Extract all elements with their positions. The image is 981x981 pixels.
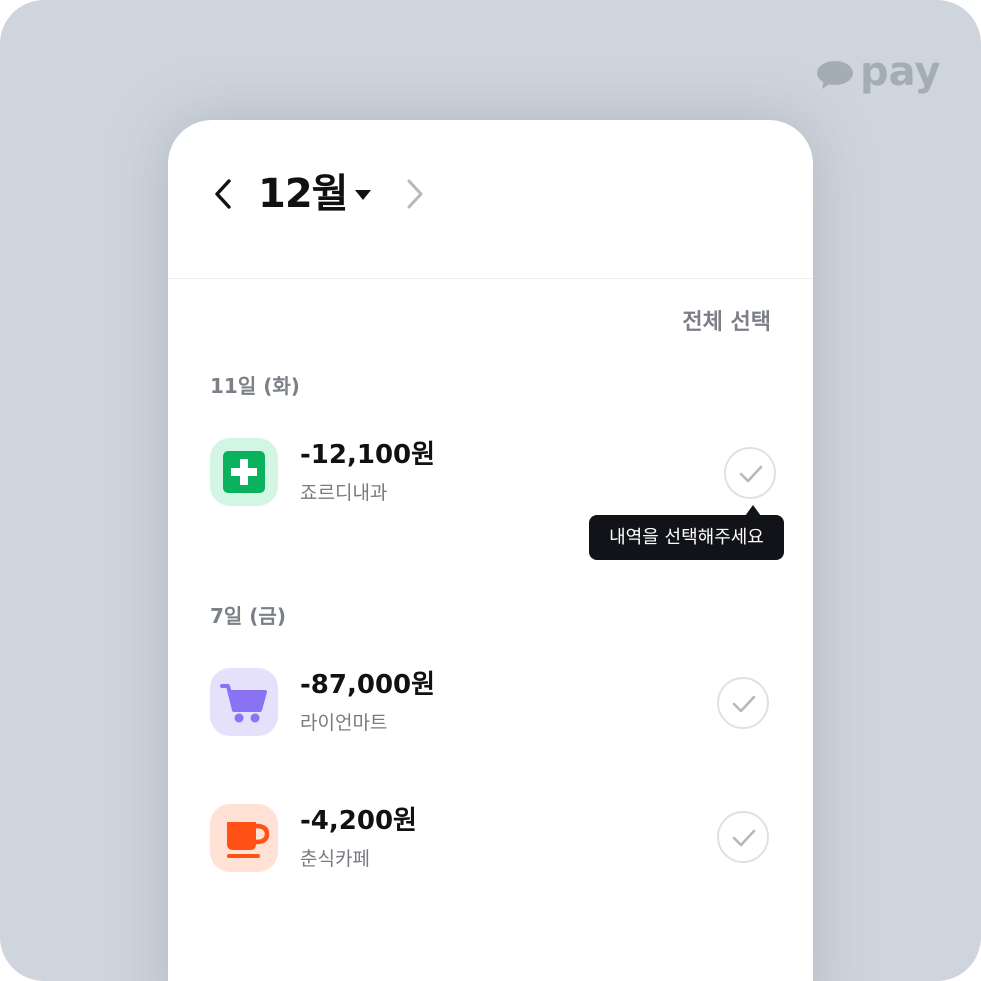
- month-title[interactable]: 12월: [258, 168, 348, 220]
- coffee-cup-icon: [210, 804, 278, 872]
- background-frame: pay 12월 전체 선택 11일 (화) -12,100원 죠르디내과 내역을…: [0, 0, 981, 981]
- select-checkbox[interactable]: [724, 447, 776, 499]
- check-icon: [739, 465, 763, 483]
- transaction-row[interactable]: -4,200원 춘식카페: [210, 804, 780, 876]
- transaction-amount: -4,200원: [300, 806, 417, 836]
- merchant-name: 죠르디내과: [300, 482, 388, 504]
- transaction-row[interactable]: -87,000원 라이언마트: [210, 668, 780, 740]
- merchant-name: 라이언마트: [300, 712, 388, 734]
- transaction-amount: -12,100원: [300, 440, 436, 470]
- hospital-cross-icon: [210, 438, 278, 506]
- chevron-right-icon[interactable]: [398, 176, 428, 212]
- shopping-cart-icon: [210, 668, 278, 736]
- tooltip: 내역을 선택해주세요: [589, 515, 784, 560]
- date-header: 11일 (화): [210, 374, 300, 398]
- transaction-sheet: 12월 전체 선택 11일 (화) -12,100원 죠르디내과 내역을 선택해…: [168, 120, 813, 981]
- speech-bubble-icon: [816, 60, 854, 90]
- check-icon: [732, 695, 756, 713]
- select-checkbox[interactable]: [717, 677, 769, 729]
- select-all-button[interactable]: 전체 선택: [682, 308, 771, 338]
- check-icon: [732, 829, 756, 847]
- caret-down-icon[interactable]: [354, 186, 372, 200]
- transaction-amount: -87,000원: [300, 670, 436, 700]
- month-header: 12월: [168, 120, 813, 279]
- merchant-name: 춘식카페: [300, 848, 370, 870]
- date-header: 7일 (금): [210, 604, 286, 628]
- logo-text: pay: [860, 49, 941, 95]
- select-checkbox[interactable]: [717, 811, 769, 863]
- transaction-row[interactable]: -12,100원 죠르디내과: [210, 438, 780, 510]
- kakaopay-logo: pay: [816, 49, 941, 98]
- chevron-left-icon[interactable]: [210, 176, 240, 212]
